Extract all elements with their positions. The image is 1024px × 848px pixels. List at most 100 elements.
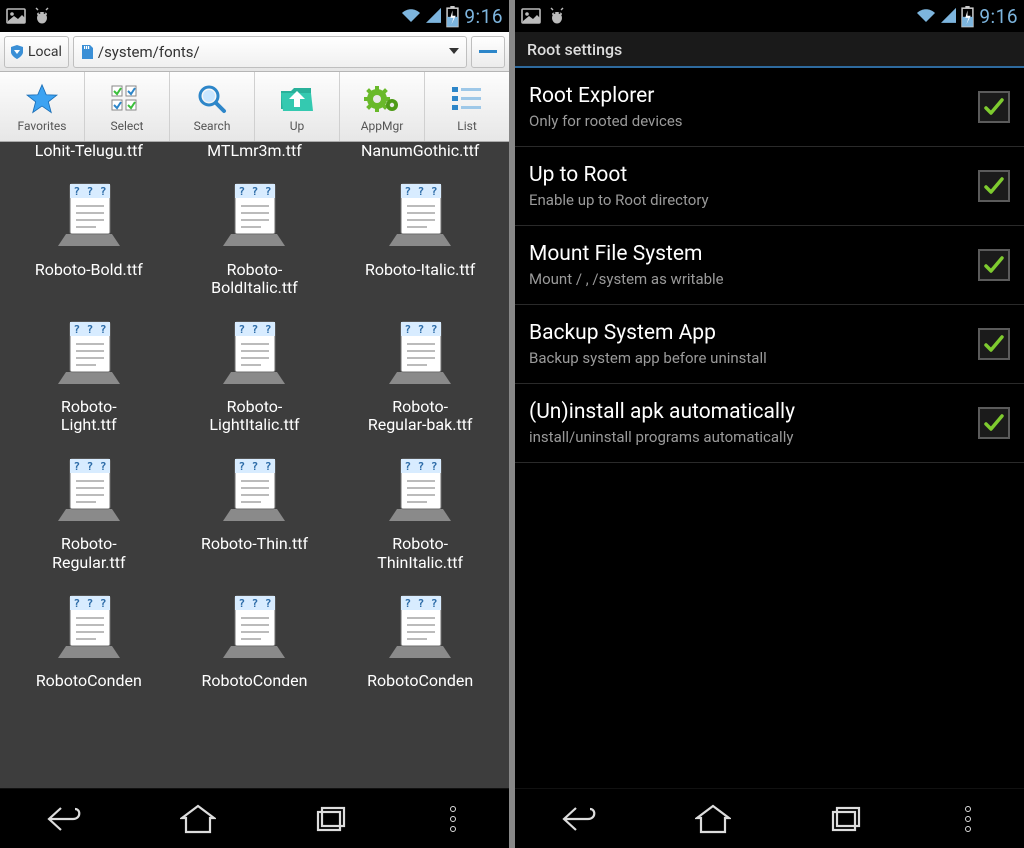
- nav-menu-button[interactable]: [435, 799, 471, 839]
- file-label: RobotoConden: [36, 672, 142, 690]
- file-label: Roboto-Light.ttf: [61, 398, 117, 435]
- checkbox[interactable]: [978, 170, 1010, 202]
- file-icon: ? ? ?: [217, 451, 291, 529]
- toolbar-list[interactable]: List: [425, 72, 509, 141]
- settings-row[interactable]: (Un)install apk automatically install/un…: [515, 384, 1024, 463]
- file-label: Roboto-Bold.ttf: [35, 261, 143, 279]
- file-icon: ? ? ?: [383, 176, 457, 254]
- file-label: RobotoConden: [201, 672, 307, 690]
- shield-down-icon: [9, 44, 25, 60]
- nav-menu-button[interactable]: [950, 799, 986, 839]
- file-item[interactable]: Lohit-Telugu.ttf: [6, 142, 172, 166]
- settings-row[interactable]: Mount File System Mount / , /system as w…: [515, 226, 1024, 305]
- file-item[interactable]: ? ? ? Roboto-ThinItalic.ttf: [337, 445, 503, 578]
- toolbar-label: List: [457, 119, 477, 133]
- file-icon: ? ? ?: [52, 176, 126, 254]
- toolbar-search[interactable]: Search: [170, 72, 255, 141]
- toolbar-label: Favorites: [18, 119, 67, 133]
- settings-row-title: (Un)install apk automatically: [529, 400, 968, 424]
- nav-back-button[interactable]: [553, 799, 609, 839]
- star-icon: [21, 81, 63, 117]
- battery-charging-icon: [446, 6, 459, 26]
- file-icon: ? ? ?: [52, 314, 126, 392]
- file-item[interactable]: ? ? ? Roboto-BoldItalic.ttf: [172, 170, 338, 303]
- path-bar: Local /system/fonts/: [0, 32, 509, 72]
- minimize-button[interactable]: [471, 36, 505, 68]
- file-item[interactable]: ? ? ? Roboto-Regular.ttf: [6, 445, 172, 578]
- file-label: Lohit-Telugu.ttf: [35, 142, 143, 160]
- folder-up-icon: [276, 81, 318, 117]
- nav-home-button[interactable]: [685, 799, 741, 839]
- settings-row-subtitle: Mount / , /system as writable: [529, 270, 968, 288]
- file-item[interactable]: ? ? ? Roboto-Light.ttf: [6, 308, 172, 441]
- nav-recents-button[interactable]: [303, 799, 359, 839]
- checkbox[interactable]: [978, 249, 1010, 281]
- file-label: MTLmr3m.ttf: [207, 142, 302, 160]
- settings-row-title: Backup System App: [529, 321, 968, 345]
- system-nav-bar: [0, 788, 509, 848]
- checkbox[interactable]: [978, 407, 1010, 439]
- settings-row[interactable]: Backup System App Backup system app befo…: [515, 305, 1024, 384]
- minimize-icon: [479, 50, 497, 53]
- status-time: 9:16: [979, 5, 1018, 28]
- toolbar: Favorites Select Search Up: [0, 72, 509, 142]
- nav-recents-button[interactable]: [818, 799, 874, 839]
- file-item[interactable]: MTLmr3m.ttf: [172, 142, 338, 166]
- file-item[interactable]: ? ? ? Roboto-Italic.ttf: [337, 170, 503, 303]
- file-item[interactable]: ? ? ? RobotoConden: [6, 582, 172, 691]
- status-time: 9:16: [464, 5, 503, 28]
- file-item[interactable]: ? ? ? Roboto-Bold.ttf: [6, 170, 172, 303]
- file-label: Roboto-Regular.ttf: [52, 535, 125, 572]
- phone-right: 9:16 Root settings Root Explorer Only fo…: [515, 0, 1024, 848]
- file-item[interactable]: NanumGothic.ttf: [337, 142, 503, 166]
- svg-text:? ? ?: ? ? ?: [73, 323, 106, 336]
- file-item[interactable]: ? ? ? RobotoConden: [337, 582, 503, 691]
- file-icon: ? ? ?: [217, 314, 291, 392]
- local-storage-button[interactable]: Local: [4, 36, 69, 68]
- file-icon: ? ? ?: [52, 451, 126, 529]
- settings-row[interactable]: Up to Root Enable up to Root directory: [515, 147, 1024, 226]
- svg-text:? ? ?: ? ? ?: [239, 597, 272, 610]
- checkbox[interactable]: [978, 91, 1010, 123]
- path-dropdown-icon[interactable]: [448, 43, 460, 61]
- toolbar-label: Search: [194, 119, 231, 133]
- local-label: Local: [28, 44, 62, 60]
- file-item[interactable]: ? ? ? Roboto-LightItalic.ttf: [172, 308, 338, 441]
- toolbar-select[interactable]: Select: [85, 72, 170, 141]
- svg-text:? ? ?: ? ? ?: [73, 597, 106, 610]
- toolbar-label: Up: [290, 119, 305, 133]
- file-grid[interactable]: Lohit-Telugu.ttf MTLmr3m.ttf NanumGothic.t…: [0, 142, 509, 788]
- file-icon: ? ? ?: [217, 588, 291, 666]
- android-debug-icon: [32, 6, 52, 26]
- file-label: Roboto-LightItalic.ttf: [209, 398, 299, 435]
- file-item[interactable]: ? ? ? Roboto-Thin.ttf: [172, 445, 338, 578]
- settings-row[interactable]: Root Explorer Only for rooted devices: [515, 68, 1024, 147]
- path-input[interactable]: /system/fonts/: [73, 36, 467, 68]
- toolbar-appmgr[interactable]: AppMgr: [340, 72, 425, 141]
- image-notif-icon: [521, 6, 541, 26]
- settings-row-title: Root Explorer: [529, 84, 968, 108]
- nav-back-button[interactable]: [38, 799, 94, 839]
- signal-icon: [941, 6, 956, 26]
- settings-row-subtitle: install/uninstall programs automatically: [529, 428, 968, 446]
- toolbar-favorites[interactable]: Favorites: [0, 72, 85, 141]
- file-label: Roboto-BoldItalic.ttf: [211, 261, 298, 298]
- toolbar-up[interactable]: Up: [255, 72, 340, 141]
- toolbar-label: AppMgr: [361, 119, 404, 133]
- checkbox[interactable]: [978, 328, 1010, 360]
- file-label: RobotoConden: [367, 672, 473, 690]
- path-text: /system/fonts/: [98, 43, 200, 61]
- file-item[interactable]: ? ? ? Roboto-Regular-bak.ttf: [337, 308, 503, 441]
- system-nav-bar: [515, 788, 1024, 848]
- nav-home-button[interactable]: [170, 799, 226, 839]
- status-bar: 9:16: [515, 0, 1024, 32]
- file-icon: ? ? ?: [383, 451, 457, 529]
- signal-icon: [426, 6, 441, 26]
- svg-text:? ? ?: ? ? ?: [239, 460, 272, 473]
- svg-text:? ? ?: ? ? ?: [239, 323, 272, 336]
- wifi-icon: [401, 6, 421, 26]
- file-label: NanumGothic.ttf: [361, 142, 479, 160]
- file-item[interactable]: ? ? ? RobotoConden: [172, 582, 338, 691]
- file-label: Roboto-Regular-bak.ttf: [368, 398, 473, 435]
- status-bar: 9:16: [0, 0, 509, 32]
